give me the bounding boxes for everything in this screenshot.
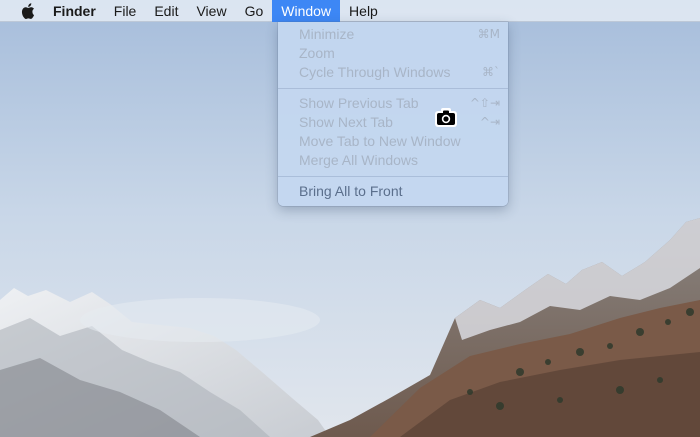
menu-item-show-next-tab[interactable]: Show Next Tab ^⇥ [278,113,508,132]
shortcut-label: ⌘M [477,27,500,41]
apple-menu[interactable] [14,0,42,22]
menu-item-label: Show Next Tab [299,114,393,130]
menu-item-label: Minimize [299,26,355,42]
apple-logo-icon [21,2,35,19]
menu-item-zoom[interactable]: Zoom [278,44,508,63]
menu-item-label: Cycle Through Windows [299,64,451,80]
window-menu-dropdown: Minimize ⌘M Zoom Cycle Through Windows ⌘… [278,22,508,206]
menu-go[interactable]: Go [236,0,273,22]
menu-item-label: Zoom [299,45,335,61]
shortcut-label: ^⇧⇥ [469,96,500,110]
menu-item-label: Bring All to Front [299,183,403,199]
menu-separator [278,88,508,89]
menu-help[interactable]: Help [340,0,387,22]
menu-item-merge-all-windows[interactable]: Merge All Windows [278,151,508,170]
shortcut-label: ⌘` [482,65,500,79]
menu-view[interactable]: View [187,0,235,22]
menu-item-move-tab-new-window[interactable]: Move Tab to New Window [278,132,508,151]
menu-item-show-previous-tab[interactable]: Show Previous Tab ^⇧⇥ [278,94,508,113]
menu-window[interactable]: Window [272,0,341,22]
menu-item-bring-all-to-front[interactable]: Bring All to Front [278,182,508,201]
screenshot-camera-icon [435,108,457,127]
menu-item-label: Show Previous Tab [299,95,419,111]
menu-item-cycle-windows[interactable]: Cycle Through Windows ⌘` [278,63,508,82]
menu-item-label: Move Tab to New Window [299,133,461,149]
menu-bar: Finder File Edit View Go Window Help [0,0,700,22]
menu-file[interactable]: File [105,0,146,22]
menu-item-minimize[interactable]: Minimize ⌘M [278,25,508,44]
menu-edit[interactable]: Edit [145,0,187,22]
menu-item-label: Merge All Windows [299,152,419,168]
menu-finder[interactable]: Finder [44,0,105,22]
menu-separator [278,176,508,177]
shortcut-label: ^⇥ [479,115,500,129]
